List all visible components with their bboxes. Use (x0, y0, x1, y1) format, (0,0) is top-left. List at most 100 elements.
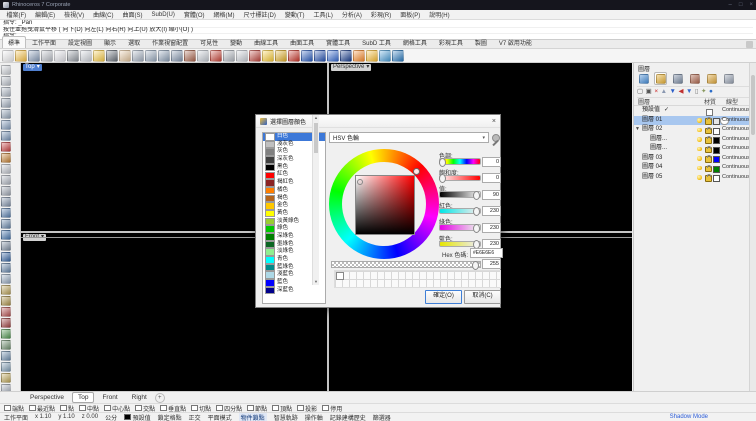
sidebar-tool-icon[interactable] (1, 98, 11, 108)
toolbar-tab[interactable]: SubD 工具 (356, 36, 397, 48)
toolbar-icon[interactable] (262, 50, 274, 62)
toolbar-icon[interactable] (158, 50, 170, 62)
toolbar-tab[interactable]: 選取 (122, 36, 146, 48)
viewport-tab[interactable]: Top (72, 392, 94, 403)
scroll-up-icon[interactable]: ▲ (313, 115, 319, 121)
sidebar-tool-icon[interactable] (1, 87, 11, 97)
slider-value-field[interactable]: 230 (482, 223, 501, 233)
layer-linetype[interactable]: Continuous (722, 173, 750, 183)
checkbox[interactable] (160, 405, 167, 412)
layers-tool-icon[interactable]: ● (709, 88, 713, 96)
sidebar-tool-icon[interactable] (1, 186, 11, 196)
layer-linetype[interactable]: Continuous (722, 125, 750, 135)
panel-tab[interactable] (637, 72, 650, 85)
toolbar-icon[interactable] (314, 50, 326, 62)
layers-tool-icon[interactable]: ▼ (670, 88, 676, 96)
menu-item[interactable]: 網格(M) (209, 10, 239, 19)
sidebar-tool-icon[interactable] (1, 373, 11, 383)
slider-knob[interactable] (473, 224, 480, 233)
menu-item[interactable]: 變動(T) (280, 10, 309, 19)
status-bar-item[interactable]: 工作平面 (4, 413, 28, 421)
panel-scrollbar[interactable] (749, 63, 756, 391)
slider-track[interactable] (439, 208, 481, 215)
toolbar-tab[interactable]: 彩現工具 (433, 36, 469, 48)
toolbar-tab[interactable]: V7 啟用功能 (493, 36, 538, 48)
checkbox[interactable] (79, 405, 86, 412)
layer-linetype[interactable]: Continuous (722, 135, 750, 145)
status-bar-item[interactable]: y 1.10 (58, 414, 74, 420)
visibility-bulb-icon[interactable] (697, 166, 702, 171)
ok-button[interactable]: 確定(O) (425, 290, 462, 304)
panel-tab[interactable] (688, 72, 701, 85)
toolbar-tab[interactable]: 變動 (224, 36, 248, 48)
toolbar-tab[interactable]: 作業視窗配置 (146, 36, 194, 48)
toolbar-icon[interactable] (340, 50, 352, 62)
toolbar-tab[interactable]: 網格工具 (397, 36, 433, 48)
layer-color-swatch[interactable] (713, 147, 720, 154)
visibility-bulb-icon[interactable] (697, 137, 702, 142)
layer-color-swatch[interactable] (713, 137, 720, 144)
checkbox[interactable] (322, 405, 329, 412)
viewport-tab[interactable]: Right (126, 392, 153, 403)
checkbox[interactable] (104, 405, 111, 412)
toolbar-icon[interactable] (171, 50, 183, 62)
panel-tab[interactable] (722, 72, 735, 85)
sidebar-tool-icon[interactable] (1, 120, 11, 130)
layers-tool-icon[interactable]: ▢ (637, 88, 643, 96)
lock-icon[interactable] (705, 156, 712, 163)
sidebar-tool-icon[interactable] (1, 175, 11, 185)
layers-tool-icon[interactable]: × (654, 88, 658, 96)
menu-item[interactable]: 說明(H) (425, 10, 454, 19)
dialog-title-bar[interactable]: 選擇圖層顏色 × (256, 115, 500, 128)
menu-item[interactable]: 實體(O) (179, 10, 209, 19)
layer-linetype[interactable]: Continuous (722, 144, 750, 154)
toolbar-icon[interactable] (379, 50, 391, 62)
layers-tool-icon[interactable]: ◀ (678, 88, 683, 96)
lock-icon[interactable] (705, 166, 712, 173)
layers-tool-icon[interactable]: ▲ (661, 88, 667, 96)
layer-row[interactable]: 預設值 ✓ Continuous (634, 106, 751, 116)
material-checkbox[interactable] (706, 109, 713, 116)
status-bar-item[interactable]: 公分 (105, 413, 117, 421)
toolbar-tab[interactable]: 製圖 (469, 36, 493, 48)
slider-track[interactable] (439, 175, 481, 182)
toolbar-icon[interactable] (80, 50, 92, 62)
sidebar-tool-icon[interactable] (1, 164, 11, 174)
sidebar-tool-icon[interactable] (1, 263, 11, 273)
toolbar-icon[interactable] (327, 50, 339, 62)
toolbar-icon[interactable] (93, 50, 105, 62)
alpha-slider-track[interactable] (331, 261, 481, 268)
slider-track[interactable] (439, 241, 481, 248)
status-bar-item[interactable]: 平面模式 (208, 413, 232, 421)
slider-track[interactable] (439, 224, 481, 231)
alpha-slider-knob[interactable] (472, 261, 479, 270)
layer-linetype[interactable]: Continuous (722, 106, 750, 116)
layers-tool-icon[interactable]: ▼ (686, 88, 692, 96)
hex-value-field[interactable]: #E6E6E6 (470, 248, 503, 258)
visibility-bulb-icon[interactable] (697, 128, 702, 133)
visibility-bulb-icon[interactable] (697, 147, 702, 152)
custom-swatch[interactable] (336, 272, 344, 280)
sidebar-tool-icon[interactable] (1, 307, 11, 317)
hue-marker[interactable] (413, 168, 420, 175)
menu-item[interactable]: 工具(L) (309, 10, 337, 19)
toolbar-icon[interactable] (41, 50, 53, 62)
menu-item[interactable]: 彩現(R) (366, 10, 395, 19)
named-color-item[interactable]: 深藍色 (263, 287, 325, 295)
menu-item[interactable]: 曲面(S) (118, 10, 147, 19)
menu-item[interactable]: 檔案(F) (2, 10, 31, 19)
sidebar-tool-icon[interactable] (1, 208, 11, 218)
layer-color-swatch[interactable] (713, 118, 720, 125)
cancel-button[interactable]: 取消(C) (464, 290, 501, 304)
color-model-dropdown[interactable]: HSV 色輪 ▾ (329, 132, 489, 143)
layer-linetype[interactable]: Continuous (722, 154, 750, 164)
layer-color-swatch[interactable] (713, 128, 720, 135)
slider-knob[interactable] (473, 191, 480, 200)
status-bar-item[interactable]: 操作軸 (305, 413, 323, 421)
sidebar-tool-icon[interactable] (1, 142, 11, 152)
menu-item[interactable]: 編輯(E) (31, 10, 60, 19)
sidebar-tool-icon[interactable] (1, 241, 11, 251)
toolbar-tab[interactable]: 實體工具 (320, 36, 356, 48)
maximize-button[interactable]: □ (739, 2, 743, 8)
alpha-value-field[interactable]: 255 (482, 259, 501, 269)
